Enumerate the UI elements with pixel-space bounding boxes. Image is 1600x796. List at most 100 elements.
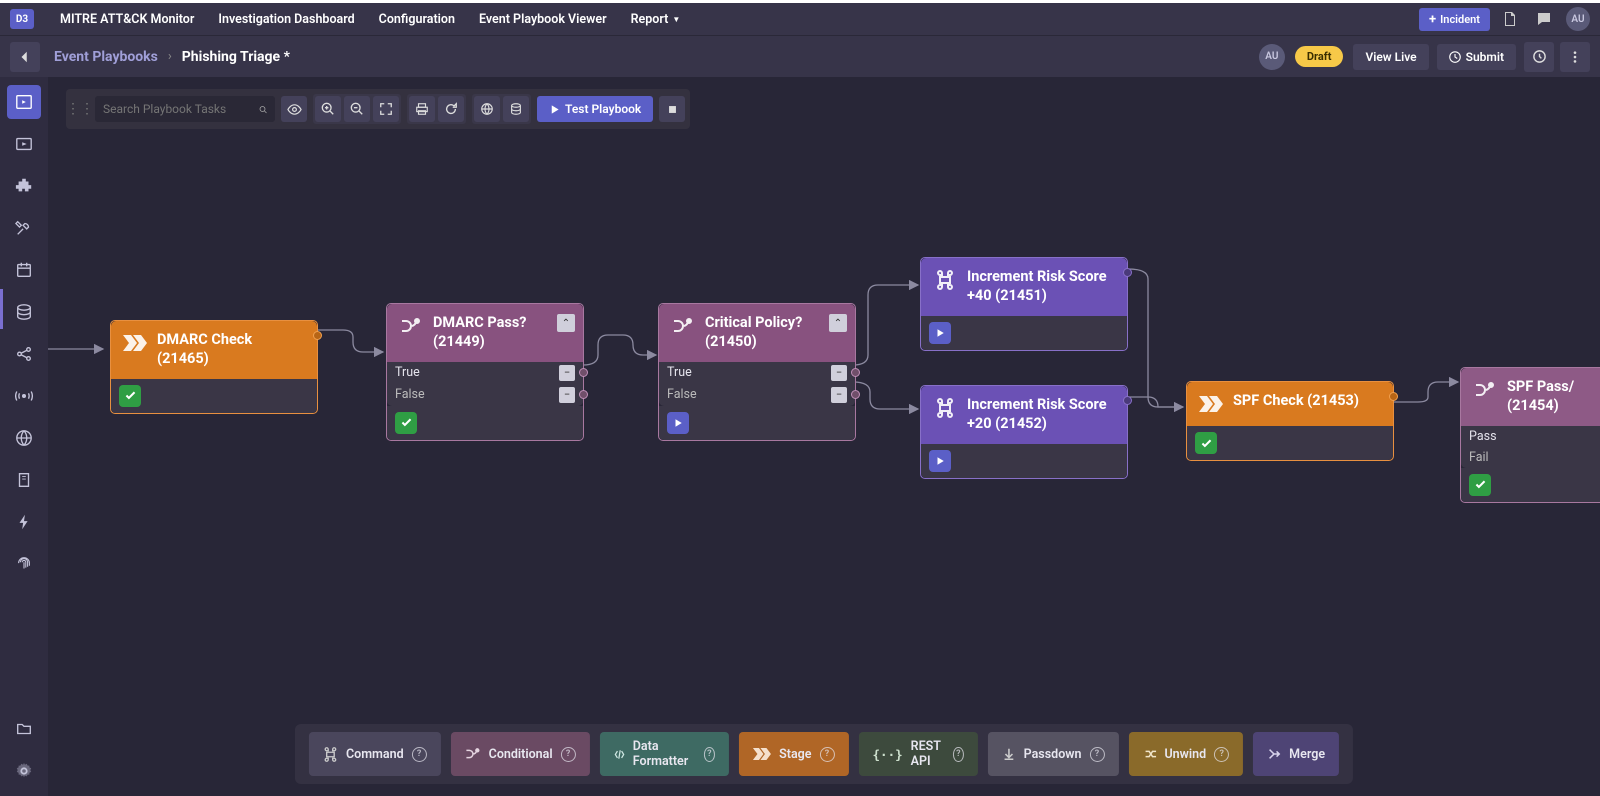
breadcrumb-root[interactable]: Event Playbooks (54, 49, 158, 65)
search-icon (259, 103, 267, 116)
node-dmarc-check[interactable]: DMARC Check (21465) (110, 320, 318, 414)
node-header[interactable]: SPF Pass/ (21454) (1461, 368, 1600, 426)
stage-icon (123, 331, 147, 355)
submit-button[interactable]: Submit (1437, 44, 1516, 70)
palette-data-formatter[interactable]: Data Formatter? (600, 732, 730, 776)
app-logo[interactable]: D3 (10, 9, 34, 29)
node-header[interactable]: DMARC Check (21465) (111, 321, 317, 379)
zoom-in-button[interactable] (315, 96, 341, 122)
minus-icon[interactable]: − (831, 365, 847, 381)
nav-investigation[interactable]: Investigation Dashboard (206, 2, 366, 37)
nav-tools-icon[interactable] (7, 211, 41, 245)
test-playbook-button[interactable]: Test Playbook (537, 96, 653, 122)
nav-mitre[interactable]: MITRE ATT&CK Monitor (48, 2, 206, 37)
nav-folder-icon[interactable] (7, 712, 41, 746)
conditional-icon (399, 314, 423, 338)
node-header[interactable]: SPF Check (21453) (1187, 382, 1393, 426)
collapse-button[interactable]: ⌃ (557, 314, 575, 332)
node-dmarc-pass[interactable]: DMARC Pass? (21449) ⌃ True− False− (386, 303, 584, 441)
search-field[interactable] (103, 102, 259, 116)
user-avatar[interactable]: AU (1566, 7, 1590, 31)
node-increment-20[interactable]: Increment Risk Score +20 (21452) (920, 385, 1128, 479)
node-critical-policy[interactable]: Critical Policy? (21450) ⌃ True− False− (658, 303, 856, 441)
node-header[interactable]: DMARC Pass? (21449) ⌃ (387, 304, 583, 362)
palette-passdown[interactable]: Passdown? (988, 732, 1119, 776)
node-header[interactable]: Increment Risk Score +40 (21451) (921, 258, 1127, 316)
print-button[interactable] (409, 96, 435, 122)
nav-video-icon[interactable] (7, 127, 41, 161)
drag-handle-icon[interactable]: ⋮⋮ (71, 101, 89, 117)
nav-calendar-icon[interactable] (7, 253, 41, 287)
collapse-button[interactable]: ⌃ (829, 314, 847, 332)
minus-icon[interactable]: − (559, 387, 575, 403)
playbook-canvas[interactable]: ⋮⋮ Test Playbook (48, 77, 1600, 796)
condition-pass-row[interactable]: Pass (1461, 426, 1600, 447)
palette-merge[interactable]: Merge (1253, 732, 1339, 776)
palette-rest-api[interactable]: {··}REST API? (859, 732, 978, 776)
incident-button[interactable]: +Incident (1419, 8, 1490, 31)
nav-event-playbook-viewer[interactable]: Event Playbook Viewer (467, 2, 619, 37)
search-input[interactable] (95, 96, 275, 122)
more-menu-button[interactable] (1560, 42, 1590, 72)
play-button[interactable] (667, 412, 689, 434)
node-footer (659, 406, 855, 440)
nav-report-icon[interactable] (7, 463, 41, 497)
true-port[interactable] (579, 368, 588, 377)
globe-button[interactable] (474, 96, 500, 122)
view-live-button[interactable]: View Live (1353, 44, 1428, 70)
play-button[interactable] (929, 450, 951, 472)
palette-unwind[interactable]: Unwind? (1128, 732, 1243, 776)
output-port[interactable] (313, 331, 322, 340)
minus-icon[interactable]: − (559, 365, 575, 381)
false-port[interactable] (851, 390, 860, 399)
node-increment-40[interactable]: Increment Risk Score +40 (21451) (920, 257, 1128, 351)
palette-conditional[interactable]: Conditional? (451, 732, 590, 776)
nav-extension-icon[interactable] (7, 169, 41, 203)
palette-command[interactable]: Command? (309, 732, 441, 776)
command-icon (933, 396, 957, 420)
nav-broadcast-icon[interactable] (7, 379, 41, 413)
nav-settings-icon[interactable] (7, 754, 41, 788)
minus-icon[interactable]: − (831, 387, 847, 403)
output-port[interactable] (1389, 392, 1398, 401)
command-icon (933, 268, 957, 292)
nav-report[interactable]: Report▼ (619, 2, 693, 37)
condition-false-row[interactable]: False− (659, 384, 855, 406)
true-port[interactable] (851, 368, 860, 377)
false-port[interactable] (579, 390, 588, 399)
node-footer (1461, 468, 1600, 502)
chat-icon[interactable] (1530, 5, 1558, 33)
output-port[interactable] (1123, 396, 1132, 405)
document-icon[interactable] (1496, 5, 1524, 33)
node-title: DMARC Check (21465) (157, 331, 305, 369)
nav-action-icon[interactable] (7, 505, 41, 539)
condition-false-row[interactable]: False− (387, 384, 583, 406)
nav-share-icon[interactable] (7, 337, 41, 371)
nav-configuration[interactable]: Configuration (367, 2, 467, 37)
nav-database-icon[interactable] (7, 295, 41, 329)
back-button[interactable] (10, 42, 40, 72)
conditional-icon (1473, 378, 1497, 402)
node-spf-pass[interactable]: SPF Pass/ (21454) Pass Fail (1460, 367, 1600, 503)
stop-button[interactable] (659, 96, 685, 122)
zoom-out-button[interactable] (344, 96, 370, 122)
condition-true-row[interactable]: True− (659, 362, 855, 384)
condition-fail-row[interactable]: Fail (1461, 447, 1600, 468)
eye-button[interactable] (281, 96, 307, 122)
nav-playbook-icon[interactable] (7, 85, 41, 119)
fit-button[interactable] (373, 96, 399, 122)
palette-stage[interactable]: Stage? (739, 732, 848, 776)
data-button[interactable] (503, 96, 529, 122)
node-header[interactable]: Critical Policy? (21450) ⌃ (659, 304, 855, 362)
refresh-button[interactable] (438, 96, 464, 122)
output-port[interactable] (1123, 268, 1132, 277)
node-header[interactable]: Increment Risk Score +20 (21452) (921, 386, 1127, 444)
node-footer (921, 444, 1127, 478)
nav-globe-icon[interactable] (7, 421, 41, 455)
editor-avatar[interactable]: AU (1259, 44, 1285, 70)
node-spf-check[interactable]: SPF Check (21453) (1186, 381, 1394, 461)
condition-true-row[interactable]: True− (387, 362, 583, 384)
history-button[interactable] (1524, 42, 1554, 72)
play-button[interactable] (929, 322, 951, 344)
nav-fingerprint-icon[interactable] (7, 547, 41, 581)
